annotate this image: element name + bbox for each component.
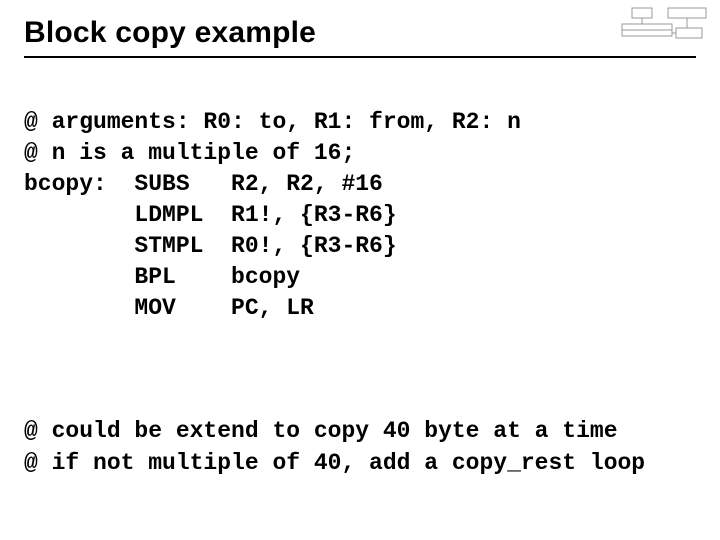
title-underline — [24, 56, 696, 58]
code-line: STMPL R0!, {R3-R6} — [24, 233, 397, 259]
code-line: @ n is a multiple of 16; — [24, 140, 355, 166]
code-block-notes: @ could be extend to copy 40 byte at a t… — [24, 385, 696, 509]
code-block: @ arguments: R0: to, R1: from, R2: n @ n… — [24, 76, 696, 355]
code-line: BPL bcopy — [24, 264, 300, 290]
slide: Block copy example @ arguments: R0: to, … — [0, 0, 720, 540]
corner-diagram-icon — [620, 6, 710, 46]
code-line: @ if not multiple of 40, add a copy_rest… — [24, 450, 645, 476]
code-line: MOV PC, LR — [24, 295, 314, 321]
code-line: @ could be extend to copy 40 byte at a t… — [24, 418, 618, 444]
code-line: @ arguments: R0: to, R1: from, R2: n — [24, 109, 521, 135]
code-line: bcopy: SUBS R2, R2, #16 — [24, 171, 383, 197]
slide-title: Block copy example — [24, 16, 316, 50]
code-line: LDMPL R1!, {R3-R6} — [24, 202, 397, 228]
